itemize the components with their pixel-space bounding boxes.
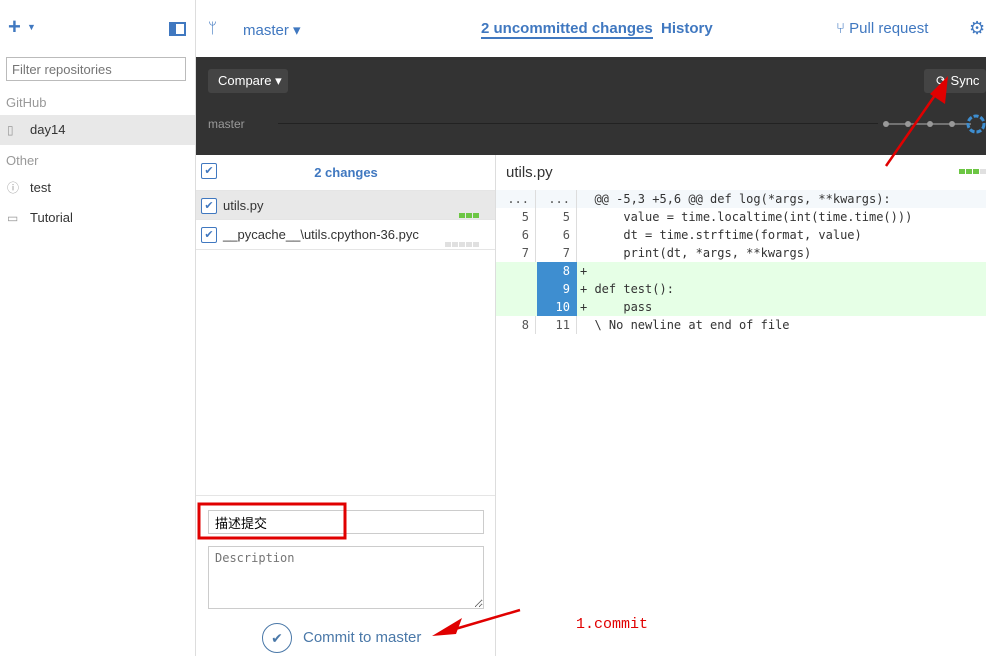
- new-line-number: ...: [537, 190, 577, 208]
- diff-line: 8 +: [496, 262, 986, 280]
- new-line-number: 11: [537, 316, 577, 334]
- file-item[interactable]: ✔ __pycache__\utils.cpython-36.pyc: [196, 220, 495, 250]
- old-line-number: ...: [496, 190, 536, 208]
- tab-uncommitted-changes[interactable]: 2 uncommitted changes: [481, 20, 653, 39]
- new-line-number: 8: [537, 262, 577, 280]
- new-line-number: 10: [537, 298, 577, 316]
- commit-timeline[interactable]: [876, 112, 986, 136]
- new-line-number: 5: [537, 208, 577, 226]
- changes-count: 2 changes: [314, 165, 378, 180]
- pull-request-button[interactable]: ⑂ Pull request: [836, 20, 928, 37]
- commit-button[interactable]: ✔ Commit to master: [262, 623, 421, 653]
- diff-file-title: utils.py: [506, 164, 553, 181]
- add-repository-button[interactable]: +: [8, 16, 21, 38]
- alert-icon: ⓘ: [7, 181, 20, 195]
- compare-button[interactable]: Compare ▾: [208, 69, 288, 93]
- diff-line: 10 + pass: [496, 298, 986, 316]
- code-text: + pass: [580, 300, 653, 314]
- commit-summary-input[interactable]: [208, 510, 484, 534]
- gear-icon[interactable]: ⚙: [969, 18, 985, 39]
- code-text: value = time.localtime(int(time.time())): [580, 210, 913, 224]
- code-text: @@ -5,3 +5,6 @@ def log(*args, **kwargs)…: [580, 192, 891, 206]
- old-line-number: 8: [496, 316, 536, 334]
- panel-toggle-icon[interactable]: [169, 22, 186, 36]
- diff-panel: utils.py ...... @@ -5,3 +5,6 @@ def log(…: [496, 155, 986, 656]
- diffstat: [958, 169, 986, 174]
- sidebar: + ▼ GitHub ▯day14 Other ⓘtest ▭Tutorial: [0, 0, 196, 656]
- branch-toolbar: Compare ▾ ⟳ Sync master: [196, 57, 986, 155]
- old-line-number: 6: [496, 226, 536, 244]
- commit-description-input[interactable]: [208, 546, 484, 609]
- diff-line: 55 value = time.localtime(int(time.time(…: [496, 208, 986, 226]
- code-text: +: [580, 264, 588, 278]
- new-line-number: 6: [537, 226, 577, 244]
- diff-line: 8 11 \ No newline at end of file: [496, 316, 986, 334]
- code-text: dt = time.strftime(format, value): [580, 228, 862, 242]
- pull-request-icon: ⑂: [836, 20, 850, 37]
- diff-line: 9 + def test():: [496, 280, 986, 298]
- diffstat: [444, 232, 479, 262]
- check-icon: ✔: [262, 623, 292, 653]
- file-checkbox[interactable]: ✔: [201, 198, 217, 214]
- annotation-label: 1.commit: [576, 616, 649, 633]
- branch-selector[interactable]: master ▾: [243, 21, 301, 39]
- tab-history[interactable]: History: [661, 20, 713, 37]
- code-text: \ No newline at end of file: [580, 318, 790, 332]
- diff-line: 66 dt = time.strftime(format, value): [496, 226, 986, 244]
- repo-icon: ▯: [7, 123, 14, 137]
- monitor-icon: ▭: [7, 211, 19, 225]
- diff-line: ...... @@ -5,3 +5,6 @@ def log(*args, **…: [496, 190, 986, 208]
- old-line-number: 7: [496, 244, 536, 262]
- chevron-down-icon[interactable]: ▼: [27, 22, 36, 32]
- filter-repositories-input[interactable]: [6, 57, 186, 81]
- sync-icon: ⟳: [936, 73, 947, 88]
- branch-line: [278, 123, 878, 124]
- section-github: GitHub: [6, 95, 47, 110]
- branch-line-label: master: [208, 117, 245, 131]
- old-line-number: 5: [496, 208, 536, 226]
- section-other: Other: [6, 153, 39, 168]
- new-line-number: 9: [537, 280, 577, 298]
- new-line-number: 7: [537, 244, 577, 262]
- code-text: print(dt, *args, **kwargs): [580, 246, 812, 260]
- code-text: + def test():: [580, 282, 674, 296]
- repo-item-day14[interactable]: ▯ day14: [0, 115, 195, 145]
- file-checkbox[interactable]: ✔: [201, 227, 217, 243]
- header: ᛘ master ▾ 2 uncommitted changes History…: [196, 0, 986, 57]
- repo-item-test[interactable]: ⓘ test: [0, 173, 195, 203]
- file-item[interactable]: ✔ utils.py: [196, 190, 495, 220]
- repo-item-tutorial[interactable]: ▭ Tutorial: [0, 203, 195, 233]
- diff-line: 77 print(dt, *args, **kwargs): [496, 244, 986, 262]
- sync-button[interactable]: ⟳ Sync: [924, 69, 986, 93]
- branch-icon: ᛘ: [208, 20, 218, 37]
